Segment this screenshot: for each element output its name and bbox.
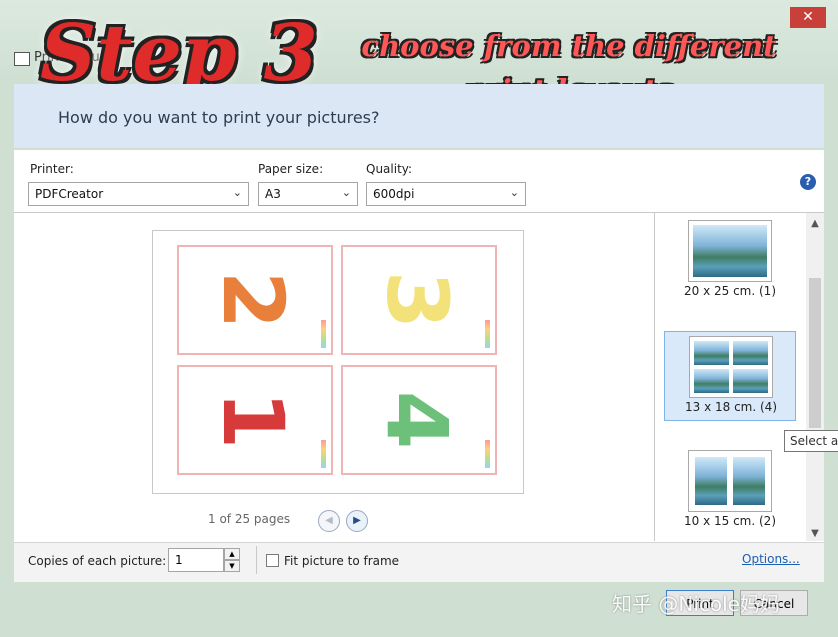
spin-up-button[interactable]: ▲: [224, 548, 240, 560]
page-question: How do you want to print your pictures?: [58, 108, 380, 127]
landscape-image: [694, 369, 729, 393]
layout-thumbnail: [689, 336, 773, 398]
step-caption-line-1: choose from the different: [361, 29, 777, 63]
landscape-image: [695, 457, 727, 505]
landscape-image: [733, 457, 765, 505]
paper-size-label: Paper size:: [258, 162, 324, 176]
landscape-image: [693, 225, 767, 277]
layout-option-selected[interactable]: 13 x 18 cm. (4): [664, 331, 796, 421]
quality-label: Quality:: [366, 162, 413, 176]
layout-panel-divider: [654, 213, 655, 541]
layout-option-label: 13 x 18 cm. (4): [685, 400, 777, 414]
fit-to-frame-label[interactable]: Fit picture to frame: [284, 554, 399, 568]
layout-option-label: 10 x 15 cm. (2): [684, 514, 776, 528]
fit-to-frame-checkbox[interactable]: [266, 554, 279, 567]
printer-label: Printer:: [30, 162, 74, 176]
color-strip: [321, 440, 326, 468]
layout-thumbnail: [688, 220, 772, 282]
scroll-down-icon[interactable]: ▼: [806, 528, 824, 539]
color-strip: [485, 440, 490, 468]
tooltip: Select a: [784, 430, 838, 452]
copies-input[interactable]: 1: [168, 548, 224, 572]
chevron-down-icon: ⌄: [341, 186, 351, 199]
next-page-button[interactable]: ▶: [346, 510, 368, 532]
photo-number: 4: [368, 390, 466, 450]
preview-photo: 1: [177, 365, 333, 475]
color-strip: [321, 320, 326, 348]
chevron-down-icon: ⌄: [509, 186, 519, 199]
layout-thumbnail: [688, 450, 772, 512]
close-button[interactable]: ✕: [790, 7, 826, 28]
landscape-image: [733, 369, 768, 393]
printer-select[interactable]: PDFCreator ⌄: [28, 182, 249, 206]
copies-label: Copies of each picture:: [28, 554, 167, 568]
preview-photo: 2: [177, 245, 333, 355]
scrollbar-thumb[interactable]: [809, 278, 821, 428]
quality-select-value: 600dpi: [373, 187, 415, 201]
photo-number: 1: [204, 390, 302, 450]
layout-option[interactable]: 10 x 15 cm. (2): [664, 446, 796, 536]
previous-page-button[interactable]: ◀: [318, 510, 340, 532]
print-preview-page: 2 3 1 4: [152, 230, 524, 494]
chevron-down-icon: ⌄: [232, 186, 242, 199]
preview-photo: 4: [341, 365, 497, 475]
landscape-image: [694, 341, 729, 365]
printer-icon: [14, 52, 30, 66]
quality-select[interactable]: 600dpi ⌄: [366, 182, 526, 206]
spin-down-button[interactable]: ▼: [224, 560, 240, 572]
scroll-up-icon[interactable]: ▲: [806, 218, 824, 229]
layout-option-label: 20 x 25 cm. (1): [684, 284, 776, 298]
layout-option[interactable]: 20 x 25 cm. (1): [664, 216, 796, 306]
paper-size-select-value: A3: [265, 187, 281, 201]
footer-separator: [256, 546, 257, 574]
options-link[interactable]: Options...: [742, 552, 800, 566]
settings-divider: [14, 212, 824, 213]
color-strip: [485, 320, 490, 348]
help-icon[interactable]: ?: [800, 174, 816, 190]
landscape-image: [733, 341, 768, 365]
watermark: 知乎 @Nicole妈妈: [612, 592, 780, 616]
preview-photo: 3: [341, 245, 497, 355]
page-counter: 1 of 25 pages: [208, 512, 291, 526]
printer-select-value: PDFCreator: [35, 187, 104, 201]
paper-size-select[interactable]: A3 ⌄: [258, 182, 358, 206]
